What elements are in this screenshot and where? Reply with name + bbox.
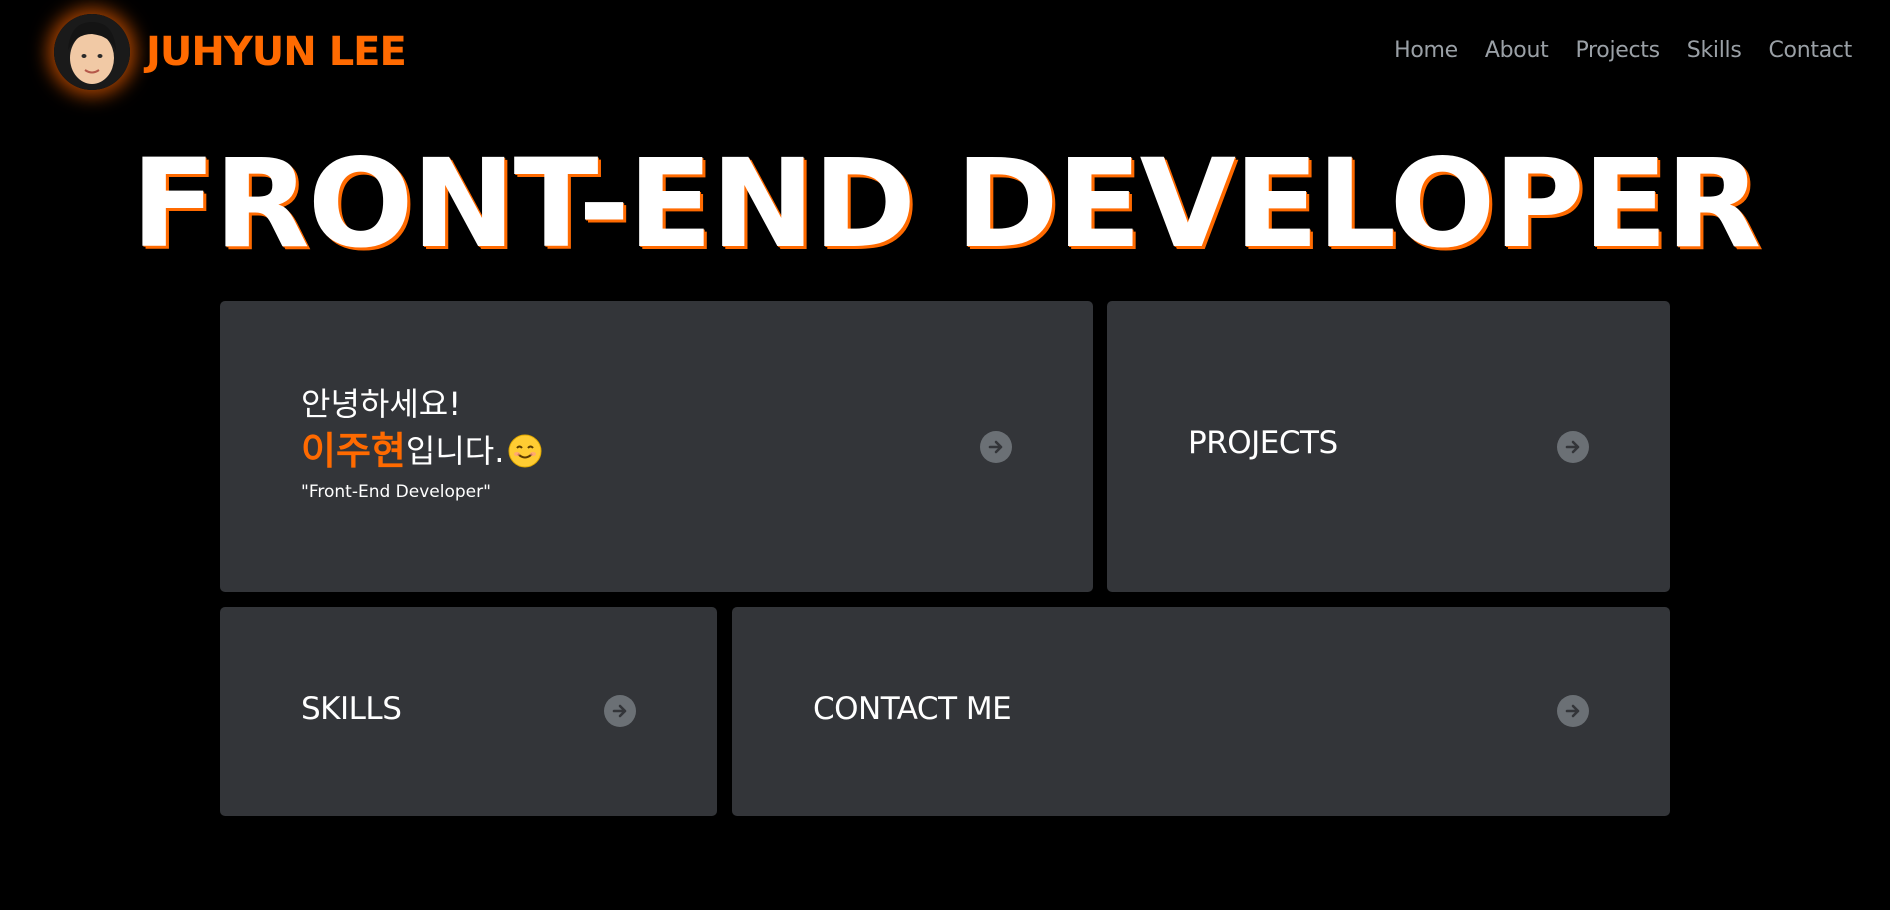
- arrow-right-icon: [1565, 440, 1580, 454]
- smiling-face-emoji-icon: [508, 434, 542, 468]
- nav-item-contact[interactable]: Contact: [1769, 38, 1853, 63]
- hero-title: FRONT-END DEVELOPER: [130, 133, 1761, 275]
- intro-arrow-button[interactable]: [980, 431, 1012, 463]
- contact-arrow-button[interactable]: [1557, 695, 1589, 727]
- tagline: "Front-End Developer": [301, 482, 491, 502]
- arrow-right-icon: [612, 704, 627, 718]
- arrow-right-icon: [988, 440, 1003, 454]
- nav-item-about[interactable]: About: [1485, 38, 1549, 63]
- skills-arrow-button[interactable]: [604, 695, 636, 727]
- avatar: [54, 14, 130, 90]
- contact-card[interactable]: CONTACT ME: [732, 607, 1670, 816]
- nav-item-projects[interactable]: Projects: [1575, 38, 1660, 63]
- name-line: 이주현 입니다.: [301, 424, 542, 478]
- intro-card[interactable]: 안녕하세요! 이주현 입니다. "Front-End Developer": [220, 301, 1093, 592]
- skills-card[interactable]: SKILLS: [220, 607, 717, 816]
- contact-card-label: CONTACT ME: [813, 691, 1012, 727]
- main-nav: Home About Projects Skills Contact: [1394, 38, 1852, 63]
- site-header: JUHYUN LEE Home About Projects Skills Co…: [0, 0, 1890, 105]
- projects-arrow-button[interactable]: [1557, 431, 1589, 463]
- projects-card-label: PROJECTS: [1188, 425, 1338, 461]
- arrow-right-icon: [1565, 704, 1580, 718]
- name-highlight: 이주현: [301, 429, 406, 473]
- brand-logo-link[interactable]: JUHYUN LEE: [54, 14, 407, 90]
- name-suffix: 입니다.: [405, 432, 505, 470]
- brand-name[interactable]: JUHYUN LEE: [146, 29, 407, 75]
- intro-text: 안녕하세요! 이주현 입니다. "Front-End Developer": [301, 384, 542, 504]
- projects-card[interactable]: PROJECTS: [1107, 301, 1670, 592]
- skills-card-label: SKILLS: [301, 691, 402, 727]
- nav-item-skills[interactable]: Skills: [1687, 38, 1742, 63]
- greeting-text: 안녕하세요!: [301, 385, 462, 423]
- nav-item-home[interactable]: Home: [1394, 38, 1458, 63]
- hero-section: FRONT-END DEVELOPER: [0, 132, 1890, 276]
